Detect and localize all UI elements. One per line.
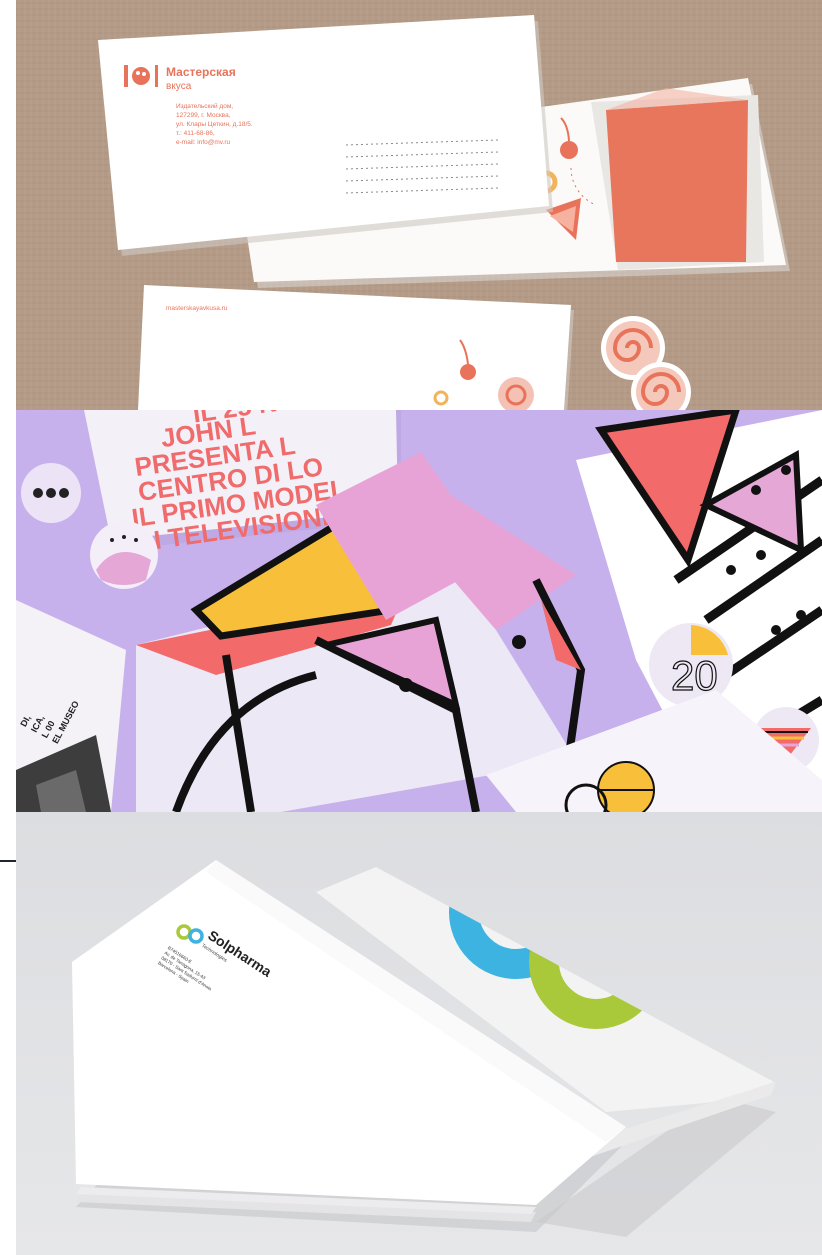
stationery-scene: Мастерская вкуса Издательский дом, 12729… bbox=[16, 0, 822, 410]
photo-panel-masterskaya-stationery: Мастерская вкуса Издательский дом, 12729… bbox=[16, 0, 822, 410]
orange-window bbox=[606, 100, 748, 262]
envelope-scene: Solpharma Technologies B74516660-E Av. d… bbox=[16, 812, 822, 1255]
bottom-envelope: masterskayavkusa.ru bbox=[138, 285, 574, 410]
palette-icon bbox=[132, 67, 150, 85]
address-line: 127299, г. Москва, bbox=[176, 112, 231, 119]
speech-badge bbox=[21, 463, 81, 523]
brand-name-line1: Мастерская bbox=[166, 65, 236, 79]
photo-panel-solpharma-envelopes: Solpharma Technologies B74516660-E Av. d… bbox=[16, 812, 822, 1255]
website-text: masterskayavkusa.ru bbox=[166, 305, 228, 312]
address-line: e-mail: info@mv.ru bbox=[176, 139, 231, 146]
address-line: ул. Клары Цеткин, д.18/5. bbox=[176, 121, 253, 128]
photo-panel-geometric-identity: IL 25 N JOHN L PRESENTA L CENTRO DI LO I… bbox=[16, 410, 822, 812]
geometric-scene: IL 25 N JOHN L PRESENTA L CENTRO DI LO I… bbox=[16, 410, 822, 812]
address-line: Издательский дом, bbox=[176, 102, 233, 110]
cherry-icon bbox=[560, 141, 578, 159]
badge-number: 20 bbox=[671, 652, 718, 699]
knife-icon bbox=[155, 65, 158, 87]
fork-icon bbox=[124, 65, 128, 87]
cherry-icon bbox=[460, 364, 476, 380]
pink-badge bbox=[90, 521, 158, 589]
address-line: т.: 411-68-86, bbox=[176, 130, 215, 137]
brand-name-line2: вкуса bbox=[166, 81, 192, 92]
